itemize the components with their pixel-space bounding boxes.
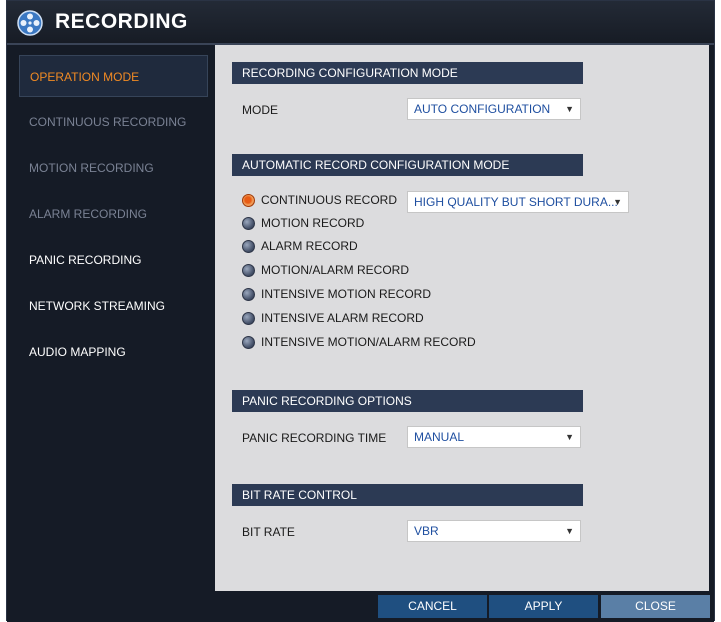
radio-unselected-icon	[242, 312, 255, 325]
quality-dropdown[interactable]: HIGH QUALITY BUT SHORT DURA... ▼	[407, 191, 629, 213]
chevron-down-icon: ▼	[565, 526, 574, 536]
radio-label: ALARM RECORD	[261, 239, 358, 253]
bitrate-dropdown[interactable]: VBR ▼	[407, 520, 581, 542]
recording-window: RECORDING OPERATION MODE CONTINUOUS RECO…	[6, 0, 715, 622]
radio-selected-icon	[242, 194, 255, 207]
config-mode-header: RECORDING CONFIGURATION MODE	[232, 62, 583, 84]
panic-time-dropdown[interactable]: MANUAL ▼	[407, 426, 581, 448]
quality-dropdown-value: HIGH QUALITY BUT SHORT DURA...	[414, 195, 618, 209]
sidebar-item-operation-mode[interactable]: OPERATION MODE	[19, 55, 208, 97]
sidebar-item-alarm-recording[interactable]: ALARM RECORDING	[19, 193, 208, 235]
radio-unselected-icon	[242, 336, 255, 349]
radio-label: MOTION/ALARM RECORD	[261, 263, 410, 277]
bitrate-label: BIT RATE	[242, 525, 295, 539]
auto-mode-header: AUTOMATIC RECORD CONFIGURATION MODE	[232, 154, 583, 176]
radio-unselected-icon	[242, 217, 255, 230]
radio-unselected-icon	[242, 240, 255, 253]
sidebar-item-continuous-recording[interactable]: CONTINUOUS RECORDING	[19, 101, 208, 143]
chevron-down-icon: ▼	[565, 432, 574, 442]
radio-label: CONTINUOUS RECORD	[261, 193, 398, 207]
radio-label: INTENSIVE ALARM RECORD	[261, 311, 424, 325]
bitrate-dropdown-value: VBR	[414, 524, 439, 538]
radio-label: MOTION RECORD	[261, 216, 365, 230]
sidebar: OPERATION MODE CONTINUOUS RECORDING MOTI…	[7, 45, 213, 591]
sidebar-item-motion-recording[interactable]: MOTION RECORDING	[19, 147, 208, 189]
mode-dropdown[interactable]: AUTO CONFIGURATION ▼	[407, 98, 581, 120]
cancel-button[interactable]: CANCEL	[378, 595, 487, 618]
radio-unselected-icon	[242, 288, 255, 301]
window-title: RECORDING	[55, 10, 188, 33]
sidebar-item-network-streaming[interactable]: NETWORK STREAMING	[19, 285, 208, 327]
bitrate-control-header: BIT RATE CONTROL	[232, 484, 583, 506]
radio-label: INTENSIVE MOTION/ALARM RECORD	[261, 335, 476, 349]
radio-label: INTENSIVE MOTION RECORD	[261, 287, 432, 301]
button-bar: CANCEL APPLY CLOSE	[7, 591, 714, 622]
sidebar-item-audio-mapping[interactable]: AUDIO MAPPING	[19, 331, 208, 373]
sidebar-item-panic-recording[interactable]: PANIC RECORDING	[19, 239, 208, 281]
mode-dropdown-value: AUTO CONFIGURATION	[414, 102, 551, 116]
mode-label: MODE	[242, 103, 278, 117]
panic-time-label: PANIC RECORDING TIME	[242, 431, 387, 445]
close-button[interactable]: CLOSE	[601, 595, 710, 618]
panic-options-header: PANIC RECORDING OPTIONS	[232, 390, 583, 412]
apply-button[interactable]: APPLY	[489, 595, 598, 618]
radio-unselected-icon	[242, 264, 255, 277]
panic-time-dropdown-value: MANUAL	[414, 430, 465, 444]
title-bar: RECORDING	[7, 1, 714, 45]
film-reel-icon	[17, 10, 43, 36]
chevron-down-icon: ▼	[565, 104, 574, 114]
settings-panel: RECORDING CONFIGURATION MODE MODE AUTO C…	[215, 45, 709, 591]
chevron-down-icon: ▼	[613, 197, 622, 207]
